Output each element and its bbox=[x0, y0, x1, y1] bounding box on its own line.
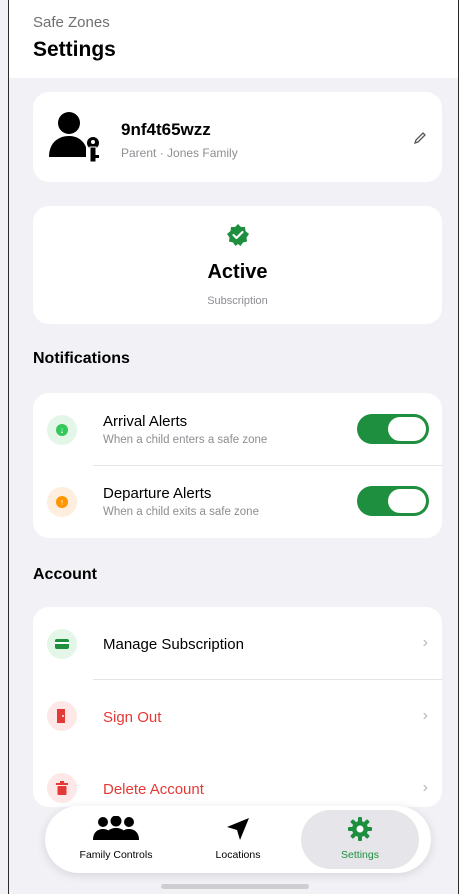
card-icon-bg bbox=[47, 629, 77, 659]
profile-card[interactable]: 9nf4t65wzz Parent · Jones Family bbox=[33, 92, 442, 182]
verified-badge-icon bbox=[227, 224, 249, 246]
header: Safe Zones Settings bbox=[9, 0, 458, 78]
trash-icon-bg bbox=[47, 773, 77, 803]
arrow-down-icon: ↓ bbox=[56, 424, 68, 436]
subscription-card: Active Subscription bbox=[33, 206, 442, 324]
location-arrow-icon bbox=[227, 818, 249, 840]
tab-locations[interactable]: Locations bbox=[179, 810, 297, 869]
arrow-up-icon: ↑ bbox=[56, 496, 68, 508]
sign-out-label: Sign Out bbox=[103, 709, 162, 726]
arrival-alerts-toggle[interactable] bbox=[357, 414, 429, 444]
app-frame: Safe Zones Settings 9nf4t65wzz Parent · … bbox=[8, 0, 459, 894]
manage-subscription-label: Manage Subscription bbox=[103, 636, 244, 653]
chevron-right-icon: › bbox=[422, 779, 428, 796]
subscription-status: Active bbox=[207, 261, 268, 283]
page-title: Settings bbox=[33, 38, 116, 61]
people-icon bbox=[93, 816, 139, 840]
home-indicator bbox=[161, 884, 309, 889]
tab-settings[interactable]: Settings bbox=[301, 810, 419, 869]
sign-out-row[interactable]: Sign Out › bbox=[33, 680, 442, 752]
account-card: Manage Subscription › Sign Out › Delete … bbox=[33, 607, 442, 807]
user-role: Parent · Jones Family bbox=[121, 146, 238, 160]
departure-alerts-row: ↑ Departure Alerts When a child exits a … bbox=[33, 466, 442, 538]
tab-bar: Family Controls Locations Settings bbox=[45, 806, 431, 873]
door-icon-bg bbox=[47, 701, 77, 731]
manage-subscription-row[interactable]: Manage Subscription › bbox=[33, 607, 442, 679]
pencil-icon[interactable] bbox=[412, 130, 428, 146]
credit-card-icon bbox=[55, 639, 69, 649]
toggle-knob bbox=[388, 489, 426, 513]
door-icon bbox=[57, 709, 65, 723]
tab-label: Settings bbox=[341, 849, 379, 861]
app-name: Safe Zones bbox=[33, 14, 110, 31]
gear-icon bbox=[348, 817, 372, 841]
tab-family-controls[interactable]: Family Controls bbox=[57, 810, 175, 869]
account-heading: Account bbox=[33, 566, 97, 583]
trash-icon bbox=[56, 781, 68, 795]
arrival-alerts-subtitle: When a child enters a safe zone bbox=[103, 434, 268, 446]
notifications-card: ↓ Arrival Alerts When a child enters a s… bbox=[33, 393, 442, 538]
arrival-icon-bg: ↓ bbox=[47, 415, 77, 445]
subscription-caption: Subscription bbox=[207, 295, 268, 307]
delete-account-label: Delete Account bbox=[103, 781, 204, 798]
arrival-alerts-row: ↓ Arrival Alerts When a child enters a s… bbox=[33, 393, 442, 465]
notifications-heading: Notifications bbox=[33, 350, 130, 367]
departure-icon-bg: ↑ bbox=[47, 487, 77, 517]
tab-label: Family Controls bbox=[79, 849, 153, 861]
toggle-knob bbox=[388, 417, 426, 441]
arrival-alerts-title: Arrival Alerts bbox=[103, 413, 188, 430]
departure-alerts-title: Departure Alerts bbox=[103, 485, 212, 502]
departure-alerts-toggle[interactable] bbox=[357, 486, 429, 516]
chevron-right-icon: › bbox=[422, 707, 428, 724]
person-key-icon bbox=[49, 112, 101, 163]
username: 9nf4t65wzz bbox=[121, 120, 211, 139]
departure-alerts-subtitle: When a child exits a safe zone bbox=[103, 506, 259, 518]
tab-label: Locations bbox=[215, 849, 261, 861]
chevron-right-icon: › bbox=[422, 634, 428, 651]
